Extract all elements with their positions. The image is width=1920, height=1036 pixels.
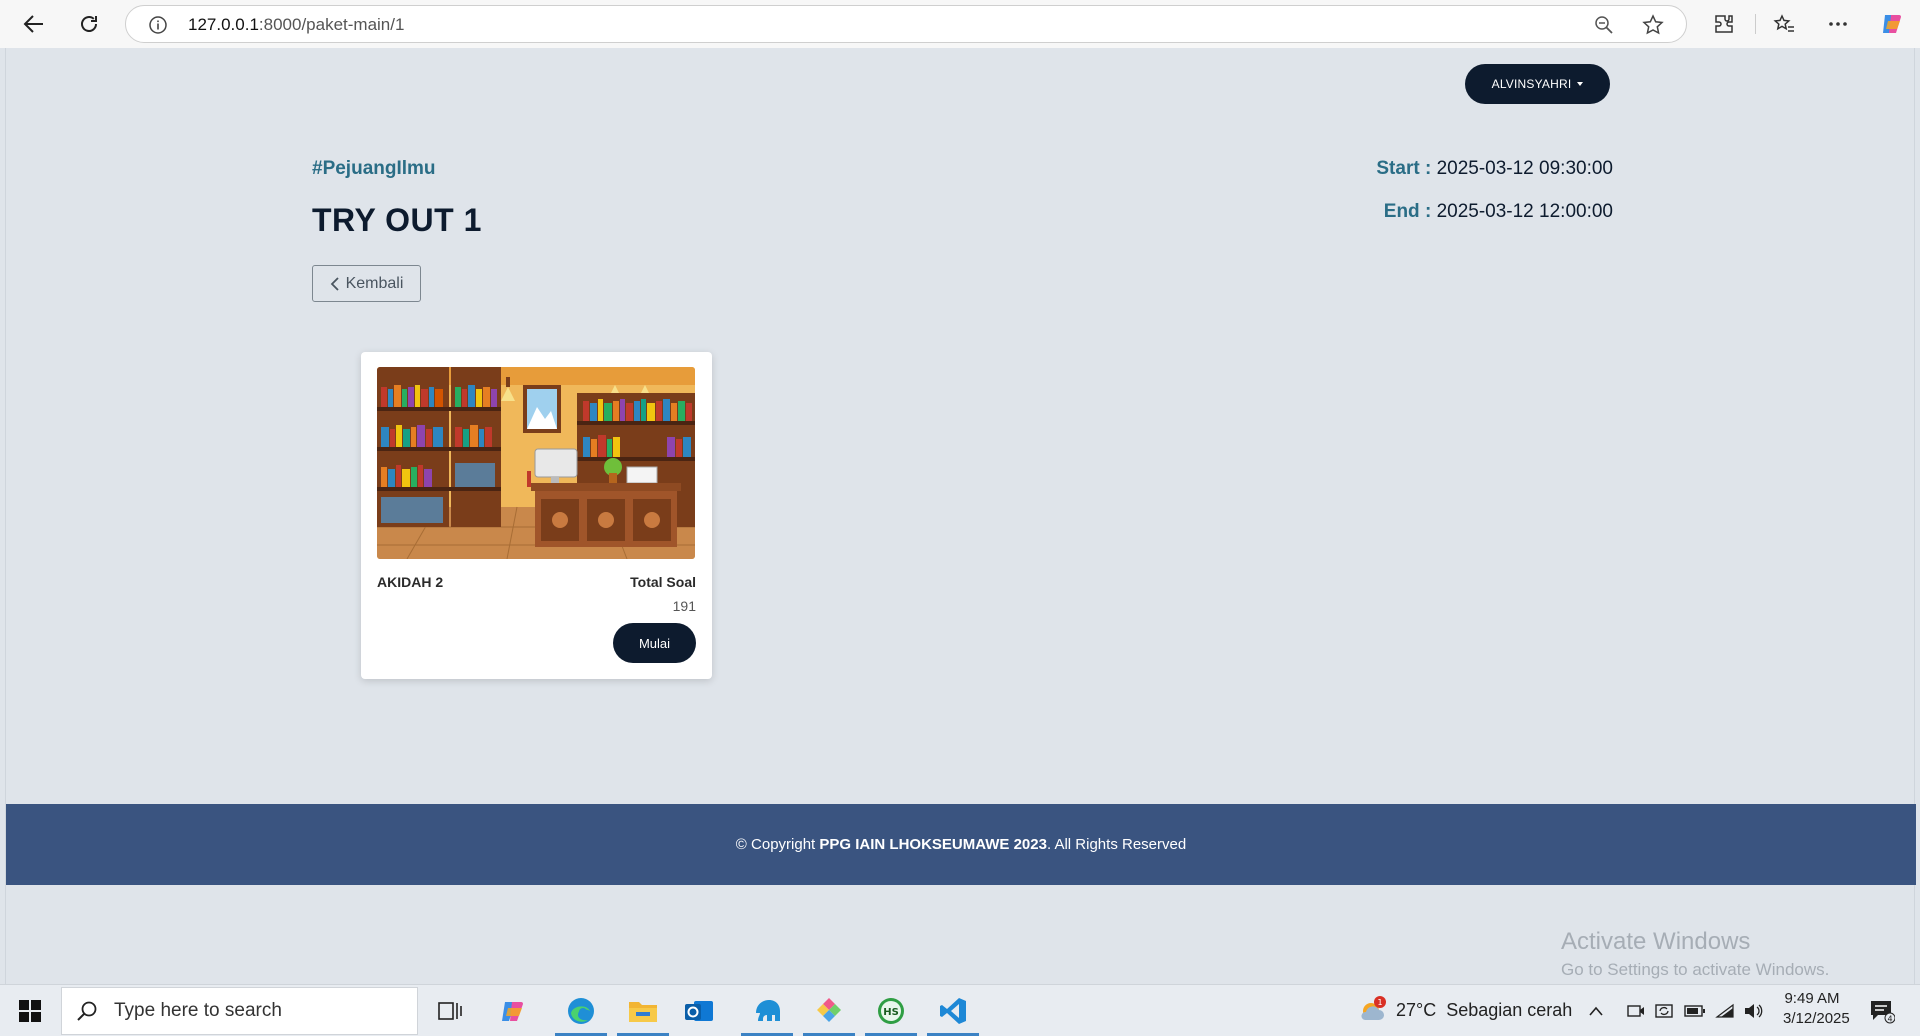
- svg-text:1: 1: [1377, 998, 1382, 1007]
- address-bar[interactable]: 127.0.0.1:8000/paket-main/1: [125, 5, 1687, 43]
- card-total-label: Total Soal: [630, 574, 696, 590]
- chevron-left-icon: [330, 276, 339, 291]
- heidisql-icon[interactable]: HS: [865, 991, 917, 1036]
- meet-now-icon[interactable]: [1624, 991, 1648, 1031]
- elephant-app-icon[interactable]: [741, 991, 793, 1036]
- card-subject: AKIDAH 2: [377, 574, 444, 590]
- page-title: TRY OUT 1: [312, 202, 482, 238]
- taskbar: Type here to search HS 1 27°C Sebagian c…: [0, 984, 1920, 1036]
- back-button[interactable]: Kembali: [312, 265, 421, 302]
- svg-text:HS: HS: [883, 1007, 899, 1018]
- taskbar-search[interactable]: Type here to search: [61, 987, 418, 1035]
- git-diamond-app-icon[interactable]: [803, 991, 855, 1036]
- volume-icon[interactable]: [1741, 991, 1765, 1031]
- toolbar-divider: [1755, 14, 1756, 34]
- end-time: End : 2025-03-12 12:00:00: [1384, 201, 1613, 223]
- url-text: 127.0.0.1:8000/paket-main/1: [188, 15, 405, 34]
- end-value: 2025-03-12 12:00:00: [1436, 201, 1613, 222]
- search-placeholder: Type here to search: [114, 1000, 282, 1021]
- footer-org: PPG IAIN LHOKSEUMAWE 2023: [819, 836, 1047, 853]
- start-value: 2025-03-12 09:30:00: [1436, 158, 1613, 179]
- clock[interactable]: 9:49 AM 3/12/2025: [1783, 990, 1850, 1027]
- browser-toolbar: 127.0.0.1:8000/paket-main/1: [0, 0, 1920, 48]
- caret-down-icon: [1577, 82, 1584, 86]
- activate-windows-watermark: Activate Windows Go to Settings to activ…: [1561, 928, 1829, 980]
- start-button[interactable]: Mulai: [613, 623, 696, 663]
- exam-card: AKIDAH 2 Total Soal 191 Mulai: [361, 352, 712, 679]
- library-illustration: [377, 367, 695, 559]
- wifi-icon[interactable]: [1713, 991, 1737, 1031]
- edge-browser-icon[interactable]: [555, 991, 607, 1036]
- file-explorer-icon[interactable]: [617, 991, 669, 1036]
- footer: © Copyright PPG IAIN LHOKSEUMAWE 2023. A…: [6, 804, 1916, 885]
- back-button-label: Kembali: [345, 274, 404, 292]
- user-menu-label: ALVINSYAHRI: [1491, 77, 1572, 91]
- outlook-icon[interactable]: [679, 991, 719, 1031]
- favorites-list-icon[interactable]: [1766, 6, 1802, 42]
- notification-center-icon[interactable]: 4: [1862, 991, 1902, 1031]
- favorite-star-icon[interactable]: [1642, 14, 1664, 40]
- sync-icon[interactable]: [1652, 991, 1676, 1031]
- svg-text:4: 4: [1887, 1015, 1892, 1024]
- windows-start-icon[interactable]: [10, 991, 50, 1031]
- site-info-icon[interactable]: [148, 15, 168, 39]
- copilot-icon[interactable]: [1874, 6, 1910, 42]
- clock-date: 3/12/2025: [1783, 1010, 1850, 1027]
- end-label: End :: [1383, 201, 1432, 222]
- card-total-value: 191: [672, 598, 696, 614]
- vscode-icon[interactable]: [927, 991, 979, 1036]
- battery-icon[interactable]: [1682, 991, 1708, 1031]
- zoom-out-icon[interactable]: [1594, 15, 1614, 39]
- hashtag: #PejuangIlmu: [312, 158, 436, 179]
- copilot-app-icon[interactable]: [493, 991, 533, 1031]
- watermark-title: Activate Windows: [1561, 928, 1751, 955]
- more-menu-icon[interactable]: [1820, 6, 1856, 42]
- chevron-up-icon[interactable]: [1584, 991, 1608, 1031]
- back-arrow-icon[interactable]: [16, 6, 52, 42]
- start-time: Start : 2025-03-12 09:30:00: [1376, 158, 1613, 180]
- page-content: ALVINSYAHRI #PejuangIlmu TRY OUT 1 Kemba…: [5, 48, 1916, 984]
- clock-time: 9:49 AM: [1784, 990, 1840, 1007]
- reload-icon[interactable]: [71, 6, 107, 42]
- task-view-icon[interactable]: [430, 991, 470, 1031]
- weather-text[interactable]: 27°C Sebagian cerah: [1396, 1000, 1572, 1021]
- extensions-icon[interactable]: [1706, 6, 1742, 42]
- weather-icon[interactable]: 1: [1352, 991, 1392, 1031]
- start-label: Start :: [1376, 158, 1432, 179]
- search-icon: [77, 1001, 97, 1021]
- footer-prefix: © Copyright: [735, 836, 820, 853]
- user-menu-button[interactable]: ALVINSYAHRI: [1465, 64, 1610, 104]
- footer-suffix: . All Rights Reserved: [1046, 836, 1187, 853]
- watermark-subtitle: Go to Settings to activate Windows.: [1561, 960, 1830, 979]
